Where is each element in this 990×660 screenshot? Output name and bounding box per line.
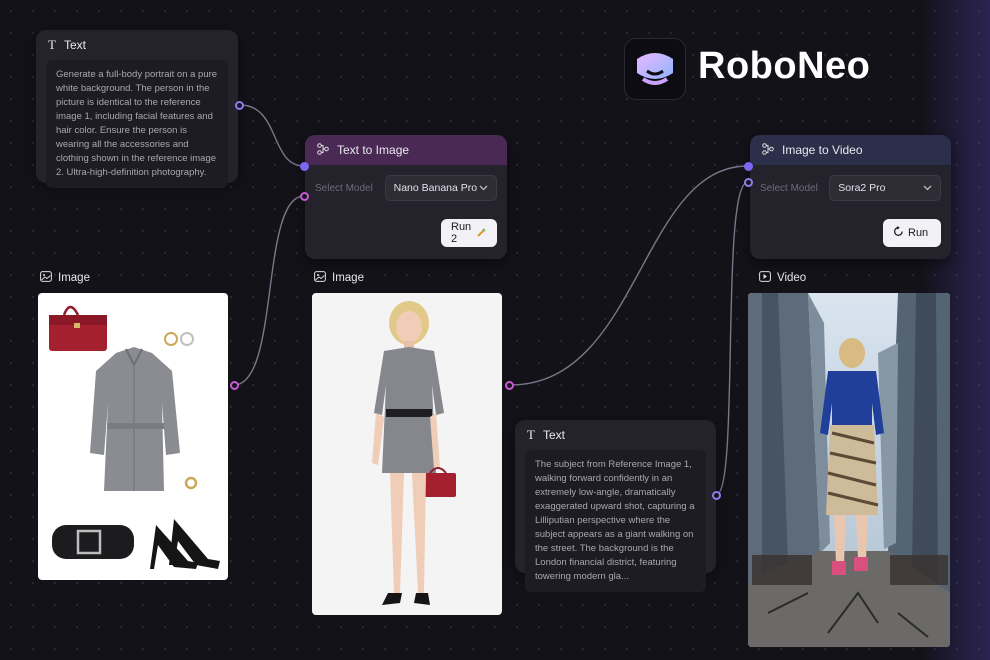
image-ref-title: Image [58,272,90,284]
video-title: Video [777,272,807,284]
outfit-flatlay-illustration [49,305,220,569]
text-node-header: T Text [515,420,716,450]
image-icon [40,271,52,285]
chevron-down-icon [479,182,488,194]
wire-prompt2-to-image-to-video [715,181,749,496]
workflow-icon [762,142,774,158]
chevron-down-icon [923,182,932,194]
text-to-image-title: Text to Image [337,143,410,157]
output-port-image-out[interactable] [505,381,514,390]
input-port-image-to-video-1[interactable] [744,162,753,171]
generated-portrait-illustration [372,301,456,605]
image-to-video-node[interactable]: Image to Video Select Model Sora2 Pro Ru… [750,135,951,259]
text-node-header: T Text [36,30,238,60]
roboneo-logo [624,38,686,100]
text-to-image-header: Text to Image [305,135,507,165]
wire-prompt1-to-text-to-image [239,104,305,167]
roboneo-logo-icon [637,53,673,85]
select-model-label: Select Model [315,182,373,194]
video-icon [759,271,771,285]
input-port-image[interactable] [300,192,309,201]
workflow-icon [317,142,329,158]
image-to-video-title: Image to Video [782,143,863,157]
image-ref-preview[interactable] [38,293,228,580]
image-to-video-header: Image to Video [750,135,951,165]
prompt-text[interactable]: The subject from Reference Image 1, walk… [525,450,706,592]
wire-image-out-to-image-to-video [509,165,749,386]
text-node-prompt-2[interactable]: T Text The subject from Reference Image … [515,420,716,592]
run-button-label: Run 2 [451,221,472,245]
text-node-title: Text [63,38,86,52]
video-frame-illustration [748,293,950,647]
input-port-image-to-video-2[interactable] [744,178,753,187]
model-select[interactable]: Nano Banana Pro [384,175,497,201]
text-icon: T [527,427,535,442]
video-label: Video [759,271,806,285]
wire-image-ref-to-text-to-image [233,195,305,386]
text-icon: T [48,37,56,52]
model-select-value: Nano Banana Pro [393,182,478,194]
refresh-icon [893,226,904,240]
output-port-prompt-2[interactable] [712,491,721,500]
image-out-title: Image [332,272,364,284]
spark-icon [477,227,487,240]
input-port-prompt[interactable] [300,162,309,171]
image-out-preview[interactable] [312,293,502,615]
model-select[interactable]: Sora2 Pro [829,175,941,201]
model-select-value: Sora2 Pro [838,182,886,194]
text-node-title: Text [542,428,565,442]
brand-name: RoboNeo [698,45,871,87]
image-icon [314,271,326,285]
output-port-image-ref[interactable] [230,381,239,390]
image-ref-label: Image [40,271,90,285]
text-to-image-node[interactable]: Text to Image Select Model Nano Banana P… [305,135,507,259]
prompt-text[interactable]: Generate a full-body portrait on a pure … [46,60,228,188]
run-button[interactable]: Run 2 [441,219,497,247]
video-preview[interactable] [748,293,950,647]
text-node-prompt[interactable]: T Text Generate a full-body portrait on … [36,30,238,188]
image-out-label: Image [314,271,364,285]
run-button[interactable]: Run [883,219,941,247]
select-model-label: Select Model [760,182,818,194]
output-port-prompt[interactable] [235,101,244,110]
run-button-label: Run [908,227,929,239]
